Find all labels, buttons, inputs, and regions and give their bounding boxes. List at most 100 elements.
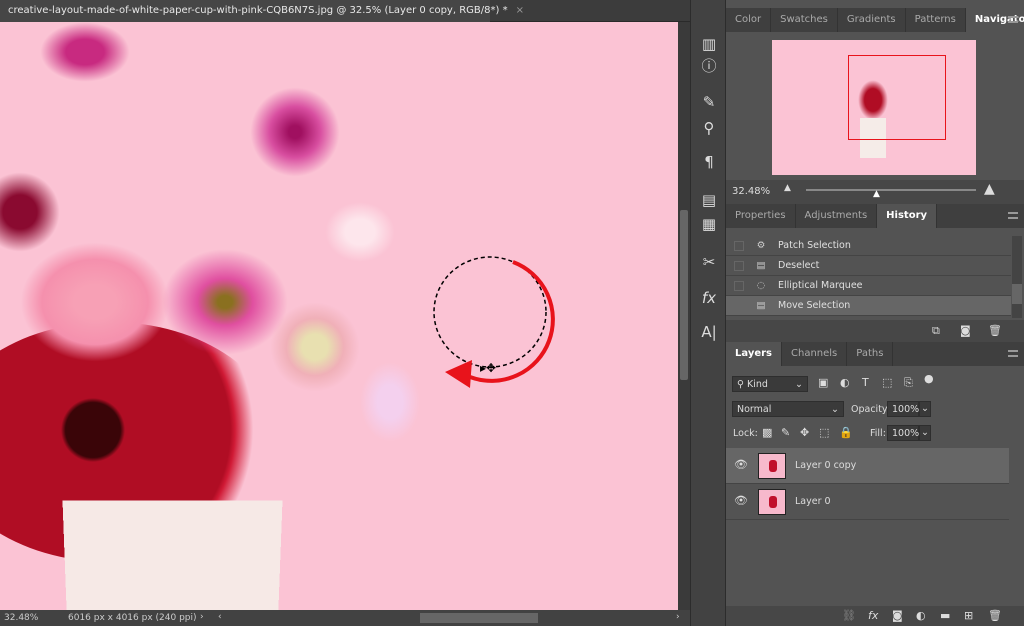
panel-menu-icon[interactable] <box>1008 16 1018 23</box>
navigator-zoom-bar: 32.48% ▲ ▲ ▲ <box>726 180 1024 204</box>
history-item[interactable]: ▤ Deselect <box>726 256 1011 276</box>
zoom-slider-handle[interactable]: ▲ <box>873 189 880 199</box>
visibility-eye-icon[interactable]: 👁 <box>734 458 748 471</box>
lock-transparent-icon[interactable]: ▩ <box>762 426 772 439</box>
history-list: ⚙ Patch Selection ▤ Deselect ◌ Elliptical M… <box>726 236 1011 316</box>
tab-layers[interactable]: Layers <box>726 342 782 366</box>
trash-icon[interactable]: 🗑 <box>988 324 1002 337</box>
panel-menu-icon[interactable] <box>1008 212 1018 219</box>
new-group-icon[interactable]: ▬ <box>940 609 950 622</box>
zoom-out-icon[interactable]: ▲ <box>784 183 791 193</box>
elliptical-selection <box>433 256 547 368</box>
snapshot-checkbox[interactable] <box>734 240 744 251</box>
tab-paths[interactable]: Paths <box>847 342 894 366</box>
filter-toggle[interactable]: ● <box>924 372 934 385</box>
panel-menu-icon[interactable] <box>1008 350 1018 357</box>
image-canvas[interactable]: ▸✥ <box>0 22 678 610</box>
link-layers-icon[interactable]: ⛓ <box>842 609 856 622</box>
styles-icon[interactable]: fx <box>695 286 723 310</box>
tool-presets-icon[interactable]: ✂ <box>695 250 723 274</box>
tab-patterns[interactable]: Patterns <box>906 8 966 32</box>
adjustment-filter-icon[interactable]: ◐ <box>840 376 850 389</box>
horizontal-scroll-thumb[interactable] <box>420 613 538 623</box>
trash-icon[interactable]: 🗑 <box>988 609 1002 622</box>
layer-row[interactable]: 👁 Layer 0 <box>726 484 1009 520</box>
lock-artboard-icon[interactable]: ⬚ <box>819 426 829 439</box>
zoom-slider[interactable] <box>806 189 976 191</box>
blend-mode-select[interactable]: Normal ⌄ <box>732 401 844 417</box>
snapshot-checkbox[interactable] <box>734 300 744 311</box>
pink-rose <box>20 242 170 362</box>
paragraph-icon[interactable]: ¶ <box>695 150 723 174</box>
fill-input[interactable]: 100% <box>887 425 919 441</box>
layer-name[interactable]: Layer 0 copy <box>795 460 856 471</box>
close-icon[interactable]: × <box>516 5 524 16</box>
layer-row-selected[interactable]: 👁 Layer 0 copy <box>726 448 1009 484</box>
tab-history[interactable]: History <box>877 204 938 228</box>
tab-properties[interactable]: Properties <box>726 204 796 228</box>
lock-position-icon[interactable]: ✥ <box>800 426 809 439</box>
tab-adjustments[interactable]: Adjustments <box>796 204 878 228</box>
paragraph-styles-icon[interactable]: ▦ <box>695 212 723 236</box>
info-icon[interactable]: ⓘ <box>695 54 723 78</box>
history-icon[interactable]: ▥ <box>695 32 723 56</box>
type-filter-icon[interactable]: T <box>862 376 869 389</box>
opacity-label: Opacity: <box>851 404 891 415</box>
zoom-in-icon[interactable]: ▲ <box>984 181 995 197</box>
document-tab[interactable]: creative-layout-made-of-white-paper-cup-… <box>0 0 524 22</box>
history-item[interactable]: ◌ Elliptical Marquee <box>726 276 1011 296</box>
layer-filter-select[interactable]: ⚲ Kind ⌄ <box>732 376 808 392</box>
move-cursor-icon: ▸✥ <box>480 361 496 375</box>
pixel-filter-icon[interactable]: ▣ <box>818 376 828 389</box>
scrollbar-thumb[interactable] <box>680 210 688 380</box>
snapshot-checkbox[interactable] <box>734 260 744 271</box>
opacity-input[interactable]: 100% <box>887 401 919 417</box>
layer-name[interactable]: Layer 0 <box>795 496 831 507</box>
navigator-view-box[interactable] <box>848 55 946 140</box>
brush-settings-icon[interactable]: ✎ <box>695 90 723 114</box>
filter-value: Kind <box>746 379 768 390</box>
history-item[interactable]: ⚙ Patch Selection <box>726 236 1011 256</box>
history-footer: ⧉ ◙ 🗑 <box>726 320 1024 342</box>
history-scroll-thumb[interactable] <box>1012 284 1022 304</box>
new-layer-icon[interactable]: ⊞ <box>964 609 973 622</box>
blend-mode-value: Normal <box>737 404 772 415</box>
layer-thumbnail <box>758 489 786 515</box>
navigator-thumbnail[interactable] <box>772 40 976 175</box>
glyphs-icon[interactable]: A| <box>695 320 723 344</box>
opacity-dropdown[interactable]: ⌄ <box>919 401 931 417</box>
shape-filter-icon[interactable]: ⬚ <box>882 376 892 389</box>
camera-icon[interactable]: ◙ <box>960 324 971 337</box>
document-title: creative-layout-made-of-white-paper-cup-… <box>8 5 508 16</box>
history-item-label: Patch Selection <box>778 240 851 251</box>
fill-dropdown[interactable]: ⌄ <box>919 425 931 441</box>
zoom-readout[interactable]: 32.48% <box>4 613 38 623</box>
layers-panel: Layers Channels Paths ⚲ Kind ⌄ ▣ ◐ T ⬚ ⎘ … <box>726 342 1024 626</box>
clone-source-icon[interactable]: ⚲ <box>695 116 723 140</box>
lock-label: Lock: <box>733 428 758 439</box>
scroll-left-button[interactable]: ‹ <box>218 612 222 622</box>
add-mask-icon[interactable]: ◙ <box>892 609 903 622</box>
history-scrollbar[interactable] <box>1012 236 1022 318</box>
lock-all-icon[interactable]: 🔒 <box>839 426 853 439</box>
status-menu-arrow[interactable]: › <box>200 612 204 622</box>
tab-channels[interactable]: Channels <box>782 342 848 366</box>
tab-gradients[interactable]: Gradients <box>838 8 906 32</box>
adjustment-layer-icon[interactable]: ◐ <box>916 609 926 622</box>
snapshot-checkbox[interactable] <box>734 280 744 291</box>
fx-icon[interactable]: fx <box>868 609 878 622</box>
tab-color[interactable]: Color <box>726 8 772 32</box>
scroll-right-button[interactable]: › <box>676 612 680 622</box>
character-styles-icon[interactable]: ▤ <box>695 188 723 212</box>
history-item-selected[interactable]: ▤ Move Selection <box>726 296 1011 316</box>
layer-thumbnail <box>758 453 786 479</box>
tab-swatches[interactable]: Swatches <box>771 8 838 32</box>
layers-footer: ⛓ fx ◙ ◐ ▬ ⊞ 🗑 <box>726 606 1024 626</box>
navigator-zoom-value[interactable]: 32.48% <box>732 186 770 197</box>
smart-object-filter-icon[interactable]: ⎘ <box>904 376 913 390</box>
visibility-eye-icon[interactable]: 👁 <box>734 494 748 507</box>
lock-image-icon[interactable]: ✎ <box>781 426 790 439</box>
new-document-from-state-icon[interactable]: ⧉ <box>932 324 940 338</box>
document-tab-bar: creative-layout-made-of-white-paper-cup-… <box>0 0 690 22</box>
selection-overlay: ▸✥ <box>433 256 555 388</box>
